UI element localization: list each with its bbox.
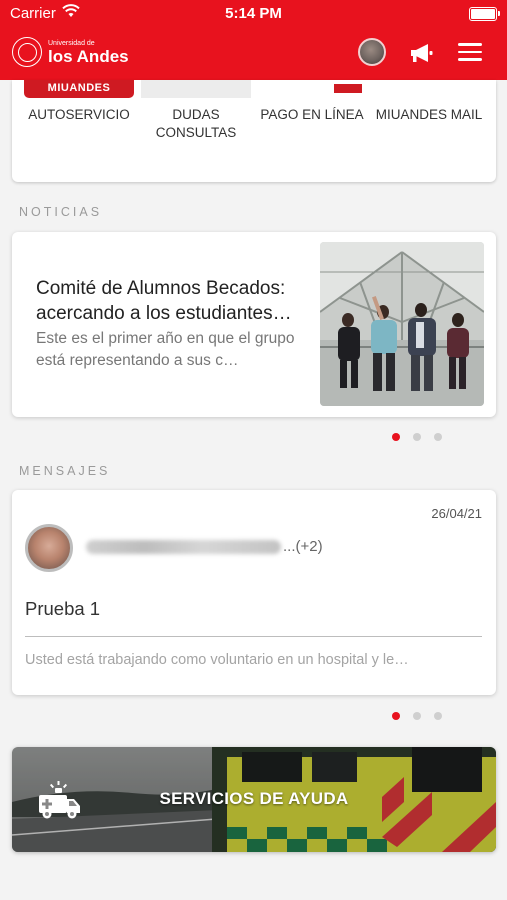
app-header: Carrier 5:14 PM Universidad de los Andes	[0, 0, 507, 80]
messages-pagination[interactable]	[392, 712, 442, 720]
message-date: 26/04/21	[431, 506, 482, 521]
dudas-thumbnail	[141, 80, 251, 98]
pago-en-linea-label: PAGO EN LÍNEA	[260, 107, 364, 122]
quick-access-pago-en-linea[interactable]: PAGO EN LÍNEA	[253, 80, 371, 124]
pagination-dot[interactable]	[434, 433, 442, 441]
pagination-dot[interactable]	[413, 712, 421, 720]
university-seal-icon	[12, 37, 42, 67]
pago-thumbnail	[253, 80, 371, 98]
pagination-dot[interactable]	[434, 712, 442, 720]
university-logo[interactable]: Universidad de los Andes	[12, 34, 129, 70]
autoservicio-thumbnail: MIUANDES	[24, 80, 134, 98]
quick-access-dudas-consultas[interactable]: DUDAS CONSULTAS	[137, 80, 255, 142]
logo-big-text: los Andes	[48, 46, 129, 66]
miuandes-mail-label: MIUANDES MAIL	[375, 107, 483, 122]
megaphone-icon[interactable]	[408, 42, 434, 64]
menu-icon[interactable]	[458, 43, 482, 61]
sender-avatar	[25, 524, 73, 572]
battery-icon	[469, 7, 500, 21]
sender-count: ...(+2)	[283, 538, 323, 555]
mail-thumbnail	[374, 80, 484, 98]
news-section-title: NOTICIAS	[19, 205, 103, 219]
help-services-banner[interactable]: SERVICIOS DE AYUDA	[12, 747, 496, 852]
news-description: Este es el primer año en que el grupo es…	[36, 330, 295, 369]
dudas-consultas-label: DUDAS CONSULTAS	[155, 107, 237, 140]
pagination-dot[interactable]	[392, 433, 400, 441]
message-sender: ...(+2)	[86, 538, 323, 555]
quick-access-card: MIUANDES AUTOSERVICIO DUDAS CONSULTAS PA…	[12, 80, 496, 182]
message-subject: Prueba 1	[25, 598, 101, 619]
help-services-label: SERVICIOS DE AYUDA	[159, 789, 349, 808]
messages-section-title: MENSAJES	[19, 464, 111, 478]
logo-small-text: Universidad de	[48, 39, 95, 47]
quick-access-autoservicio[interactable]: MIUANDES AUTOSERVICIO	[20, 80, 138, 124]
blurred-sender-name	[86, 540, 281, 555]
message-preview: Usted está trabajando como voluntario en…	[25, 652, 409, 668]
news-title: Comité de Alumnos Becados: acercando a l…	[36, 278, 292, 324]
profile-avatar[interactable]	[358, 38, 386, 66]
divider	[25, 636, 482, 637]
news-card[interactable]: Comité de Alumnos Becados: acercando a l…	[12, 232, 496, 417]
news-photo	[320, 242, 484, 406]
message-card[interactable]: 26/04/21 ...(+2) Prueba 1 Usted está tra…	[12, 490, 496, 695]
news-pagination[interactable]	[392, 433, 442, 441]
status-bar: Carrier 5:14 PM	[0, 0, 507, 28]
pagination-dot[interactable]	[392, 712, 400, 720]
clock: 5:14 PM	[225, 5, 282, 22]
pagination-dot[interactable]	[413, 433, 421, 441]
autoservicio-label: AUTOSERVICIO	[28, 107, 130, 122]
quick-access-miuandes-mail[interactable]: MIUANDES MAIL	[370, 80, 488, 124]
